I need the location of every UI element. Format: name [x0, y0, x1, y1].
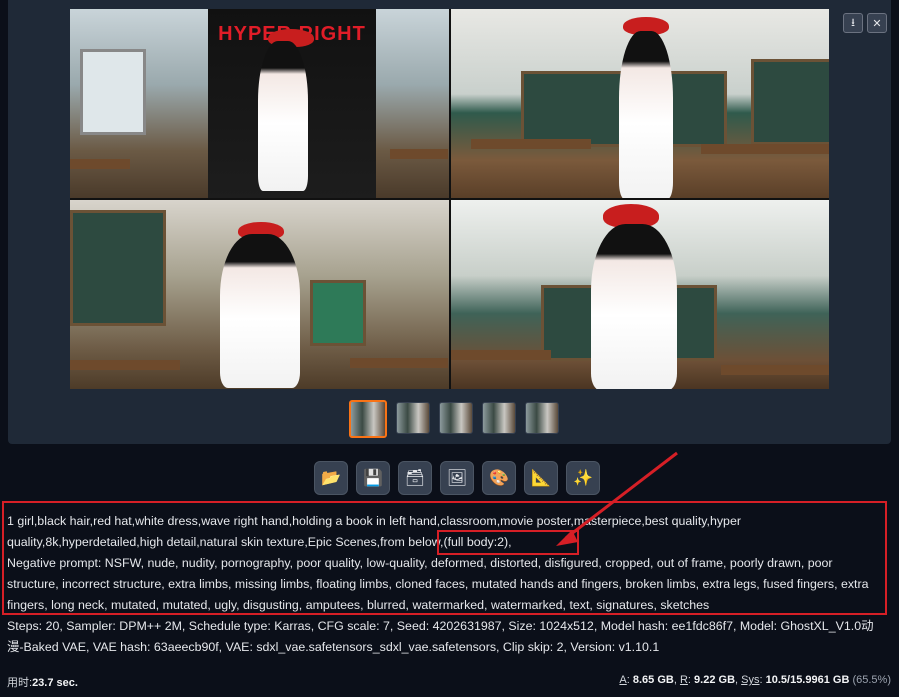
time-label: 用时:: [7, 677, 33, 689]
r-label: R: [679, 674, 688, 686]
status-footer: 用时:23.7 sec. A: 8.65 GB, R: 9.22 GB, Sys…: [7, 674, 891, 690]
sys-label: Sys: [741, 674, 760, 686]
a-label: A: [619, 674, 627, 686]
r-value: 9.22 GB: [694, 674, 736, 686]
memory-stats: A: 8.65 GB, R: 9.22 GB, Sys: 10.5/15.996…: [619, 674, 891, 686]
sys-value: 10.5/15.9961 GB: [765, 674, 850, 686]
a-value: 8.65 GB: [632, 674, 674, 686]
sys-percent: (65.5%): [852, 674, 891, 686]
time-value: 23.7 sec.: [32, 677, 78, 689]
elapsed-time: 用时:23.7 sec.: [7, 674, 78, 690]
annotation-arrow: [556, 451, 678, 546]
